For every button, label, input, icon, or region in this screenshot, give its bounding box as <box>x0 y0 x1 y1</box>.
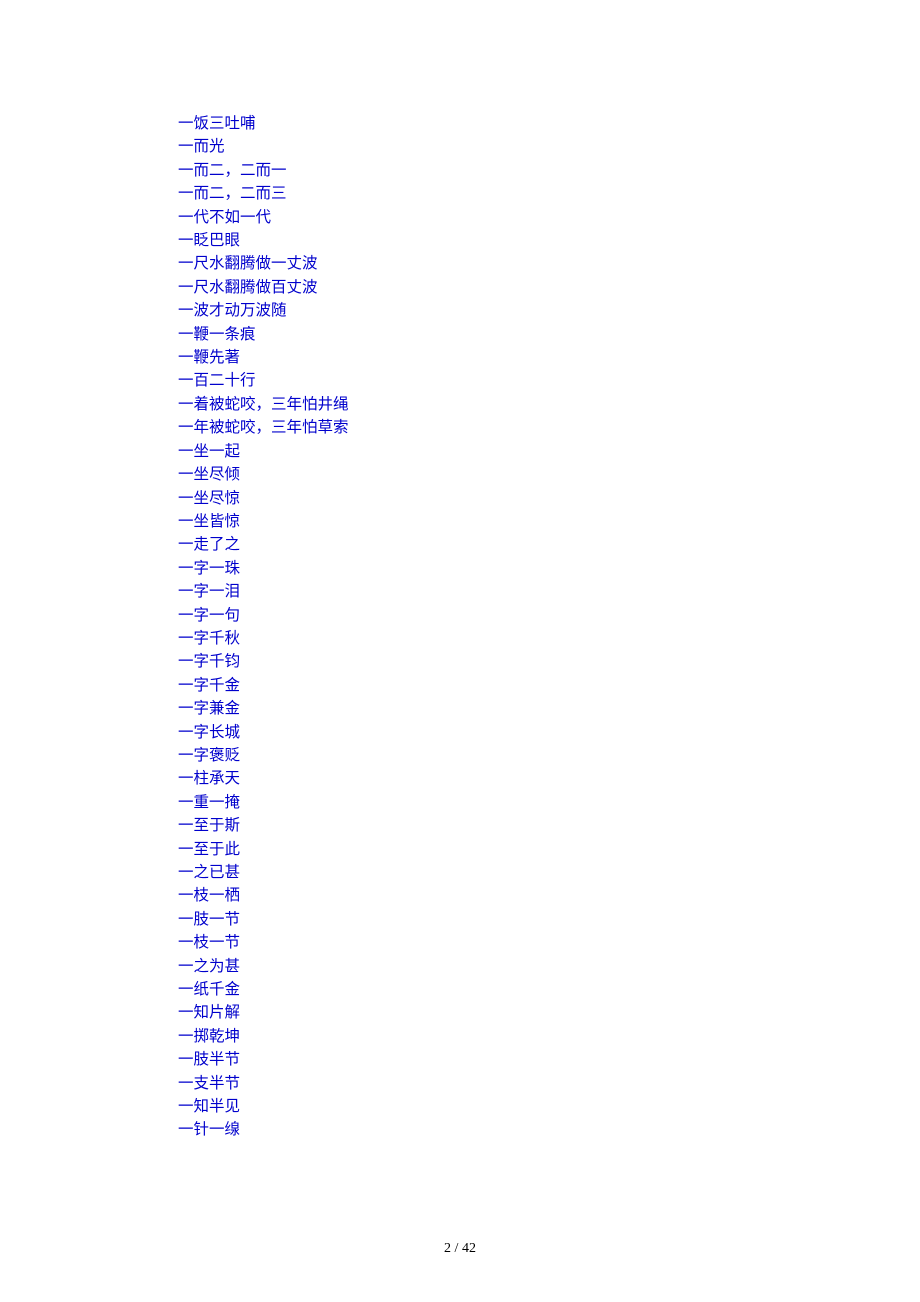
idiom-link[interactable]: 一之为甚 <box>178 955 920 978</box>
idiom-link[interactable]: 一字千钧 <box>178 650 920 673</box>
page-current: 2 <box>444 1241 451 1256</box>
idiom-link[interactable]: 一百二十行 <box>178 369 920 392</box>
idiom-link[interactable]: 一肢半节 <box>178 1048 920 1071</box>
idiom-link[interactable]: 一字褒贬 <box>178 744 920 767</box>
idiom-link[interactable]: 一而二，二而三 <box>178 182 920 205</box>
idiom-link[interactable]: 一重一掩 <box>178 791 920 814</box>
idiom-link[interactable]: 一坐尽惊 <box>178 487 920 510</box>
idiom-list: 一饭三吐哺一而光一而二，二而一一而二，二而三一代不如一代一眨巴眼一尺水翻腾做一丈… <box>178 112 920 1142</box>
idiom-link[interactable]: 一字一泪 <box>178 580 920 603</box>
idiom-link[interactable]: 一知片解 <box>178 1001 920 1024</box>
document-page: 一饭三吐哺一而光一而二，二而一一而二，二而三一代不如一代一眨巴眼一尺水翻腾做一丈… <box>0 0 920 1302</box>
idiom-link[interactable]: 一针一缐 <box>178 1118 920 1141</box>
idiom-link[interactable]: 一波才动万波随 <box>178 299 920 322</box>
idiom-link[interactable]: 一字千秋 <box>178 627 920 650</box>
idiom-link[interactable]: 一柱承天 <box>178 767 920 790</box>
idiom-link[interactable]: 一尺水翻腾做百丈波 <box>178 276 920 299</box>
page-total: 42 <box>462 1241 476 1256</box>
idiom-link[interactable]: 一掷乾坤 <box>178 1025 920 1048</box>
idiom-link[interactable]: 一眨巴眼 <box>178 229 920 252</box>
idiom-link[interactable]: 一坐一起 <box>178 440 920 463</box>
idiom-link[interactable]: 一肢一节 <box>178 908 920 931</box>
idiom-link[interactable]: 一坐尽倾 <box>178 463 920 486</box>
idiom-link[interactable]: 一支半节 <box>178 1072 920 1095</box>
idiom-link[interactable]: 一而光 <box>178 135 920 158</box>
idiom-link[interactable]: 一鞭先著 <box>178 346 920 369</box>
idiom-link[interactable]: 一代不如一代 <box>178 206 920 229</box>
idiom-link[interactable]: 一走了之 <box>178 533 920 556</box>
idiom-link[interactable]: 一字千金 <box>178 674 920 697</box>
idiom-link[interactable]: 一字一珠 <box>178 557 920 580</box>
idiom-link[interactable]: 一字长城 <box>178 721 920 744</box>
page-number: 2 / 42 <box>0 1241 920 1257</box>
idiom-link[interactable]: 一着被蛇咬，三年怕井绳 <box>178 393 920 416</box>
idiom-link[interactable]: 一枝一节 <box>178 931 920 954</box>
idiom-link[interactable]: 一字兼金 <box>178 697 920 720</box>
idiom-link[interactable]: 一至于此 <box>178 838 920 861</box>
idiom-link[interactable]: 一坐皆惊 <box>178 510 920 533</box>
idiom-link[interactable]: 一尺水翻腾做一丈波 <box>178 252 920 275</box>
page-separator: / <box>451 1241 462 1256</box>
idiom-link[interactable]: 一饭三吐哺 <box>178 112 920 135</box>
idiom-link[interactable]: 一枝一栖 <box>178 884 920 907</box>
idiom-link[interactable]: 一纸千金 <box>178 978 920 1001</box>
idiom-link[interactable]: 一鞭一条痕 <box>178 323 920 346</box>
idiom-link[interactable]: 一而二，二而一 <box>178 159 920 182</box>
idiom-link[interactable]: 一之已甚 <box>178 861 920 884</box>
idiom-link[interactable]: 一知半见 <box>178 1095 920 1118</box>
idiom-link[interactable]: 一年被蛇咬，三年怕草索 <box>178 416 920 439</box>
idiom-link[interactable]: 一至于斯 <box>178 814 920 837</box>
idiom-link[interactable]: 一字一句 <box>178 604 920 627</box>
